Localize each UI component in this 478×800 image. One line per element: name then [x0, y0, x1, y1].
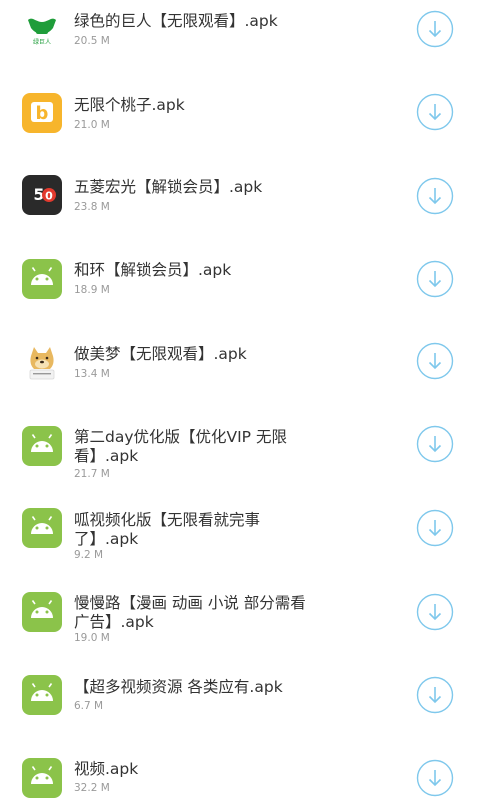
- download-arrow-icon: [416, 177, 454, 215]
- wuling-50-icon: 5 0: [22, 175, 62, 215]
- download-arrow-icon: [416, 759, 454, 797]
- svg-text:b: b: [36, 103, 49, 124]
- app-name: 呱视频化版【无限看就完事 了】.apk: [74, 511, 261, 548]
- green-giant-icon: 绿巨人: [22, 8, 62, 48]
- app-size: 6.7 M: [74, 700, 104, 712]
- download-arrow-icon: [416, 342, 454, 380]
- app-size: 21.0 M: [74, 119, 110, 131]
- android-icon: [22, 426, 62, 466]
- app-name: 【超多视频资源 各类应有.apk: [74, 678, 283, 696]
- android-icon: [22, 259, 62, 299]
- download-arrow-icon: [416, 425, 454, 463]
- peach-b-icon: b: [22, 93, 62, 133]
- app-size: 20.5 M: [74, 35, 110, 47]
- list-item[interactable]: b 无限个桃子.apk 21.0 M: [0, 84, 478, 168]
- list-item[interactable]: 慢慢路【漫画 动画 小说 部分需看 广告】.apk 19.0 M: [0, 588, 478, 672]
- list-item[interactable]: 第二day优化版【优化VIP 无限 看】.apk 21.7 M: [0, 420, 478, 504]
- app-name: 慢慢路【漫画 动画 小说 部分需看 广告】.apk: [74, 594, 306, 631]
- download-button[interactable]: [416, 759, 454, 797]
- app-name: 无限个桃子.apk: [74, 96, 185, 114]
- download-button[interactable]: [416, 509, 454, 547]
- app-name: 做美梦【无限观看】.apk: [74, 345, 247, 363]
- app-size: 32.2 M: [74, 782, 110, 794]
- download-arrow-icon: [416, 260, 454, 298]
- app-name: 绿色的巨人【无限观看】.apk: [74, 12, 278, 30]
- download-button[interactable]: [416, 425, 454, 463]
- download-button[interactable]: [416, 93, 454, 131]
- download-arrow-icon: [416, 593, 454, 631]
- app-name: 视频.apk: [74, 760, 139, 778]
- download-arrow-icon: [416, 10, 454, 48]
- app-size: 23.8 M: [74, 201, 110, 213]
- android-icon: [22, 508, 62, 548]
- android-icon: [22, 592, 62, 632]
- android-icon: [22, 675, 62, 715]
- download-button[interactable]: [416, 10, 454, 48]
- download-arrow-icon: [416, 509, 454, 547]
- app-name: 第二day优化版【优化VIP 无限 看】.apk: [74, 428, 287, 465]
- app-size: 13.4 M: [74, 368, 110, 380]
- doge-icon: [22, 342, 62, 382]
- app-size: 9.2 M: [74, 549, 104, 561]
- download-arrow-icon: [416, 676, 454, 714]
- download-button[interactable]: [416, 177, 454, 215]
- svg-text:绿巨人: 绿巨人: [33, 38, 51, 46]
- list-item[interactable]: 呱视频化版【无限看就完事 了】.apk 9.2 M: [0, 504, 478, 588]
- download-button[interactable]: [416, 260, 454, 298]
- list-item[interactable]: 5 0 五菱宏光【解锁会员】.apk 23.8 M: [0, 168, 478, 252]
- list-item[interactable]: 【超多视频资源 各类应有.apk 6.7 M: [0, 672, 478, 756]
- app-name: 和环【解锁会员】.apk: [74, 261, 232, 279]
- app-size: 21.7 M: [74, 468, 110, 480]
- download-button[interactable]: [416, 342, 454, 380]
- list-item[interactable]: 视频.apk 32.2 M: [0, 756, 478, 800]
- app-size: 18.9 M: [74, 284, 110, 296]
- list-item[interactable]: 和环【解锁会员】.apk 18.9 M: [0, 252, 478, 336]
- list-item[interactable]: 做美梦【无限观看】.apk 13.4 M: [0, 336, 478, 420]
- svg-text:0: 0: [45, 190, 53, 203]
- android-icon: [22, 758, 62, 798]
- app-size: 19.0 M: [74, 632, 110, 644]
- list-item[interactable]: 绿巨人 绿色的巨人【无限观看】.apk 20.5 M: [0, 0, 478, 84]
- download-button[interactable]: [416, 676, 454, 714]
- download-arrow-icon: [416, 93, 454, 131]
- download-button[interactable]: [416, 593, 454, 631]
- app-list: 绿巨人 绿色的巨人【无限观看】.apk 20.5 M b 无限个桃子.apk 2…: [0, 0, 478, 800]
- app-name: 五菱宏光【解锁会员】.apk: [74, 178, 263, 196]
